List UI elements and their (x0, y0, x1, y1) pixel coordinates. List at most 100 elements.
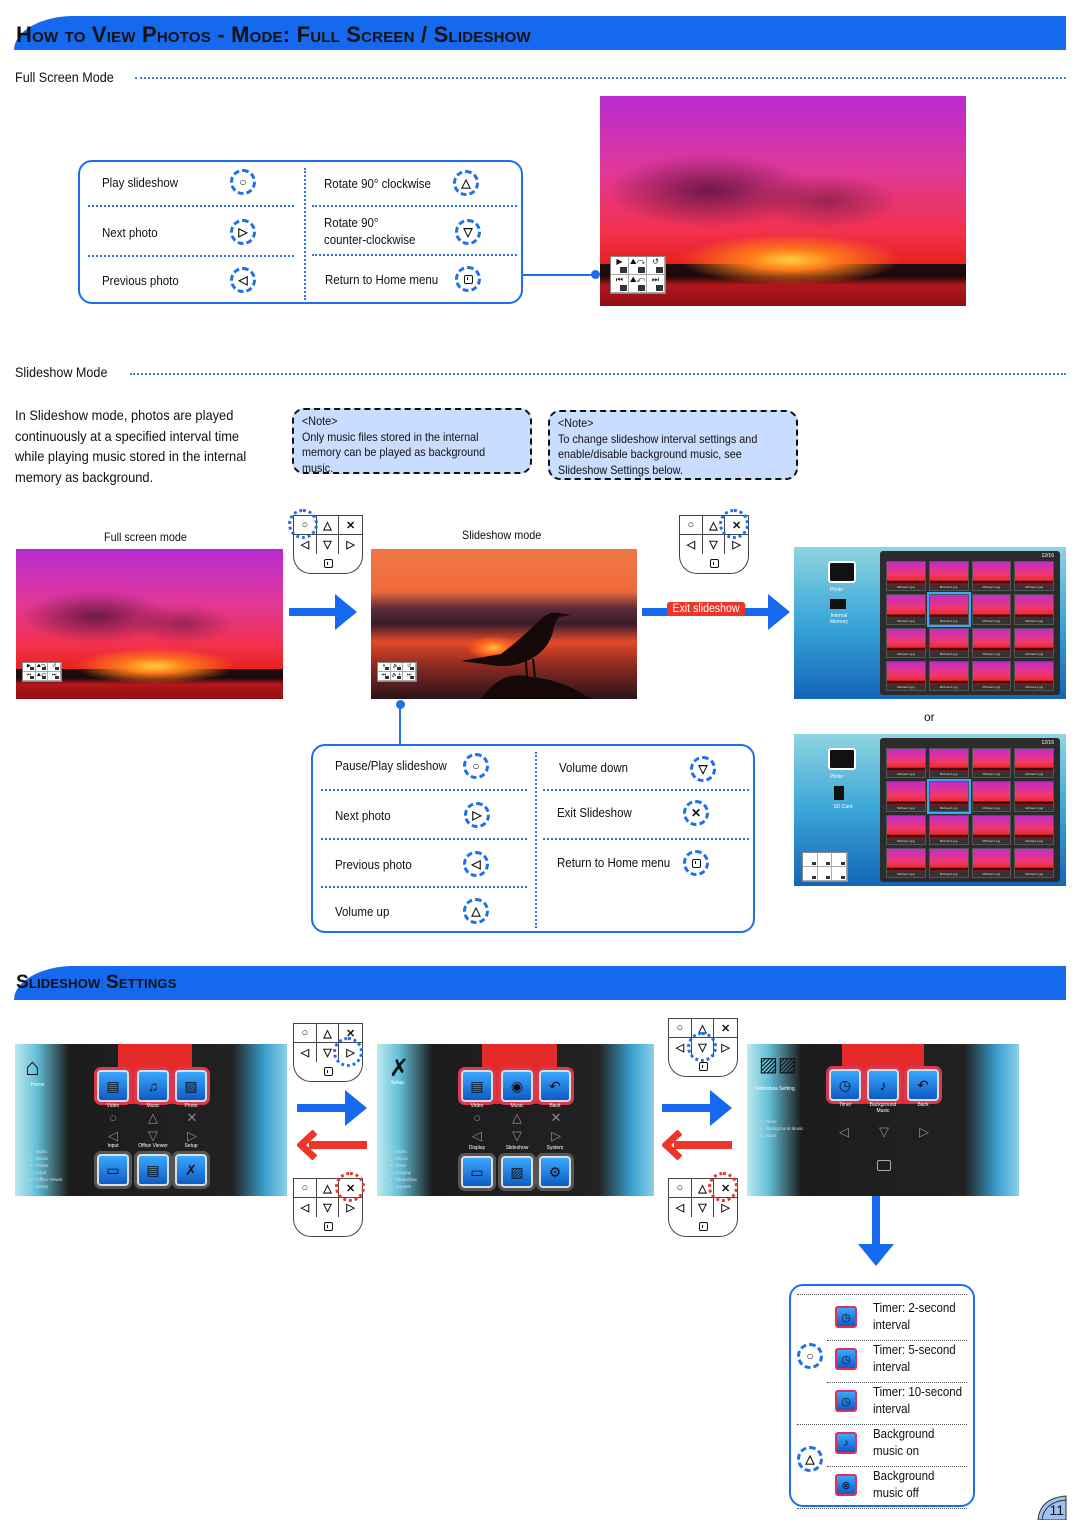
photo-thumbnail[interactable]: Michael-1.jpg (1014, 781, 1054, 812)
left-key-icon: ◁ (230, 267, 256, 293)
caption-slideshow: Slideshow mode (462, 528, 542, 542)
left-key[interactable]: ◁ (669, 1198, 692, 1217)
photo-thumbnail[interactable]: Michael-1.jpg (971, 627, 1012, 658)
arrow-left-icon (297, 1130, 367, 1160)
browser-source-label[interactable]: Internal Memory (824, 613, 854, 625)
photo-counter: 12/16 (1041, 553, 1054, 559)
photo-thumbnail[interactable]: Michael-1.jpg (1014, 627, 1054, 658)
back-tile-icon[interactable]: ↶ (907, 1069, 939, 1101)
up-key[interactable]: △ (316, 516, 340, 535)
settings-title: Slideshow Settings (16, 972, 177, 993)
cross-key[interactable]: ✕ (714, 1019, 737, 1038)
down-key[interactable]: ▽ (317, 535, 340, 554)
photo-thumbnail[interactable]: Michael-1.jpg (1014, 594, 1054, 625)
home-key[interactable] (679, 554, 749, 574)
timer-tile-icon[interactable]: ◷ (829, 1069, 861, 1101)
photo-thumbnail[interactable]: Michael-1.jpg (886, 627, 926, 658)
photo-thumbnail[interactable]: Michael-1.jpg (971, 814, 1012, 845)
right-key[interactable]: ▷ (714, 1038, 737, 1057)
circle-key[interactable]: ○ (669, 1179, 692, 1198)
down-key[interactable]: ▽ (703, 535, 726, 554)
arrow-left-icon (662, 1130, 732, 1160)
photo-thumbnail[interactable]: Michael-1.jpg (971, 660, 1012, 691)
home-key[interactable] (668, 1217, 738, 1237)
system-tile-icon[interactable]: ⚙ (539, 1156, 571, 1188)
photo-thumbnail[interactable]: Michael-1.jpg (1014, 814, 1054, 845)
background-music-tile-icon[interactable]: ♪ (867, 1069, 899, 1101)
thumbnail-filename: Michael-1.jpg (939, 651, 958, 656)
tile-label: Slideshow (505, 1145, 529, 1151)
music-setting-tile-icon[interactable]: ◉ (501, 1070, 533, 1102)
photo-thumbnail[interactable]: Michael-1.jpg (886, 781, 926, 812)
photo-thumbnail[interactable]: Michael-1.jpg (886, 814, 926, 845)
legend-divider (88, 205, 294, 207)
photo-tile-icon[interactable]: ▨ (175, 1070, 207, 1102)
setup-tile-icon[interactable]: ✗ (175, 1154, 207, 1186)
office-viewer-tile-icon[interactable]: ▤ (137, 1154, 169, 1186)
photo-thumbnail[interactable]: Michael-1.jpg (886, 748, 926, 779)
right-key[interactable]: ▷ (339, 535, 362, 554)
photo-thumbnail[interactable]: Michael-1.jpg (971, 847, 1012, 878)
screen-title: Home (31, 1082, 45, 1088)
photo-thumbnail[interactable]: Michael-1.jpg (1014, 847, 1054, 878)
left-key[interactable]: ◁ (294, 1198, 317, 1217)
home-key[interactable] (293, 1217, 363, 1237)
photo-thumbnail[interactable]: Michael-1.jpg (1014, 561, 1054, 592)
connector-line (523, 274, 596, 276)
full-screen-thumbnail: ▶ ⛰↷ ↺ ⏮ ⛰↶ ⏭ (16, 549, 283, 699)
photo-thumbnail[interactable]: Michael-1.jpg (926, 779, 971, 814)
note-settings-box: <Note> To change slideshow interval sett… (548, 410, 798, 480)
circle-key[interactable]: ○ (294, 1179, 317, 1198)
photo-thumbnail[interactable]: Michael-1.jpg (928, 660, 969, 691)
back-tile-icon[interactable]: ↶ (539, 1070, 571, 1102)
photo-thumbnail[interactable]: Michael-1.jpg (886, 594, 926, 625)
input-tile-icon[interactable]: ▭ (97, 1154, 129, 1186)
screen-title: Slideshow Setting (755, 1086, 795, 1092)
photo-thumbnail[interactable]: Michael-1.jpg (971, 594, 1012, 625)
down-key-icon: ▽ (690, 756, 716, 782)
circle-key-icon: ○ (797, 1343, 823, 1369)
thumbnail-filename: Michael-1.jpg (939, 838, 958, 843)
key-highlight (708, 1172, 738, 1202)
photo-thumbnail[interactable]: Michael-1.jpg (886, 660, 926, 691)
up-key[interactable]: △ (316, 1024, 340, 1043)
down-key[interactable]: ▽ (317, 1198, 340, 1217)
display-tile-icon[interactable]: ▭ (461, 1156, 493, 1188)
browser-source-label[interactable]: SD Card (828, 804, 858, 810)
photo-thumbnail[interactable]: Michael-1.jpg (928, 627, 969, 658)
exit-slideshow-badge: Exit slideshow (667, 602, 746, 616)
circle-key[interactable]: ○ (680, 516, 703, 535)
music-tile-icon[interactable]: ♫ (137, 1070, 169, 1102)
left-key[interactable]: ◁ (294, 1043, 317, 1062)
photo-thumbnail[interactable]: Michael-1.jpg (928, 847, 969, 878)
photo-thumbnail[interactable]: Michael-1.jpg (971, 748, 1012, 779)
video-tile-icon[interactable]: ▤ (97, 1070, 129, 1102)
photo-thumbnail[interactable]: Michael-1.jpg (971, 561, 1012, 592)
photo-thumbnail[interactable]: Michael-1.jpg (1014, 660, 1054, 691)
tile-label: Back (549, 1103, 561, 1109)
photo-thumbnail[interactable]: Michael-1.jpg (928, 748, 969, 779)
down-key[interactable]: ▽ (692, 1198, 715, 1217)
home-key[interactable] (293, 554, 363, 574)
cross-key[interactable]: ✕ (339, 516, 362, 535)
video-setting-tile-icon[interactable]: ▤ (461, 1070, 493, 1102)
photo-thumbnail[interactable]: Michael-1.jpg (886, 561, 926, 592)
thumbnail-filename: Michael-1.jpg (939, 805, 958, 810)
slideshow-tile-icon[interactable]: ▨ (501, 1156, 533, 1188)
music-on-option-icon: ♪ (835, 1432, 857, 1454)
photo-thumbnail[interactable]: Michael-1.jpg (886, 847, 926, 878)
photo-thumbnail[interactable]: Michael-1.jpg (926, 592, 971, 627)
page-number: 11 (1049, 1502, 1064, 1518)
circle-key[interactable]: ○ (669, 1019, 692, 1038)
remote-pad-down: ○ △ ✕ ◁ ▽ ▷ (668, 1018, 738, 1078)
photo-thumbnail[interactable]: Michael-1.jpg (928, 561, 969, 592)
circle-key[interactable]: ○ (294, 1024, 317, 1043)
circle-key-icon: ○ (463, 753, 489, 779)
browser-osd-controls (802, 852, 848, 882)
thumbnail-filename: Michael-1.jpg (982, 685, 1001, 689)
photo-thumbnail[interactable]: Michael-1.jpg (1014, 748, 1054, 779)
arrow-down-icon (858, 1244, 894, 1266)
photo-thumbnail[interactable]: Michael-1.jpg (971, 781, 1012, 812)
left-key[interactable]: ◁ (680, 535, 703, 554)
photo-thumbnail[interactable]: Michael-1.jpg (928, 814, 969, 845)
